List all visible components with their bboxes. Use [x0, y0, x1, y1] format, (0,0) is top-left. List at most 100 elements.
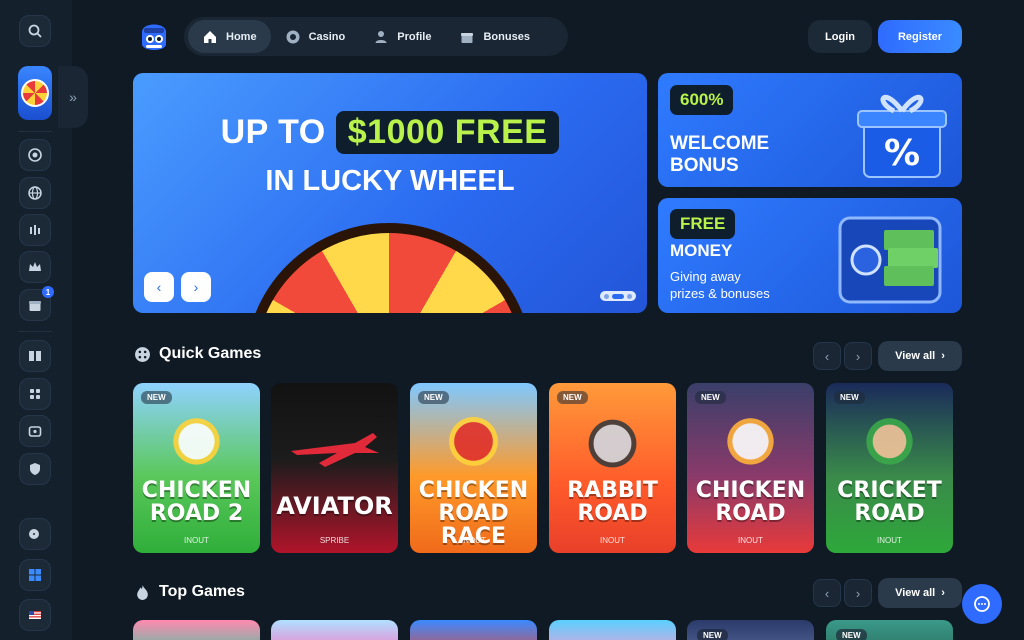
- view-all-label: View all: [895, 587, 936, 599]
- nav-home-label: Home: [226, 30, 257, 43]
- game-title-line1: RABBIT: [567, 478, 658, 503]
- quick-games-prev-button[interactable]: ‹: [813, 342, 841, 370]
- game-card-chicken-road-race[interactable]: NEW CHICKEN ROAD RACE INOUT: [410, 383, 537, 553]
- game-card-aviator[interactable]: AVIATOR SPRIBE: [271, 383, 398, 553]
- top-game-card[interactable]: NEW: [687, 620, 814, 640]
- top-game-card[interactable]: [133, 620, 260, 640]
- top-game-card[interactable]: NEW: [826, 620, 953, 640]
- sidebar-item-vip[interactable]: [19, 251, 51, 283]
- globe-icon: [28, 186, 42, 200]
- sidebar-item-sports[interactable]: [19, 177, 51, 209]
- nav-profile[interactable]: Profile: [359, 20, 445, 53]
- game-title: CRICKET ROAD: [830, 479, 949, 525]
- hero-subheadline: IN LUCKY WHEEL: [265, 165, 515, 197]
- top-game-card[interactable]: [549, 620, 676, 640]
- nav-bonuses[interactable]: Bonuses: [445, 20, 543, 53]
- live-chat-button[interactable]: [962, 584, 1002, 624]
- chevron-right-icon: ›: [193, 279, 199, 295]
- quick-games-title: Quick Games: [159, 345, 262, 362]
- crown-icon: [29, 262, 41, 271]
- main-nav: Home Casino Profile Bonuses: [184, 17, 568, 56]
- new-badge: NEW: [697, 629, 728, 640]
- gift-count-badge: 1: [42, 286, 54, 298]
- login-button[interactable]: Login: [808, 20, 872, 53]
- welcome-bonus-banner[interactable]: 600% WELCOME BONUS %: [658, 73, 962, 187]
- game-card-rabbit-road[interactable]: NEW RABBIT ROAD INOUT: [549, 383, 676, 553]
- lucky-wheel-promo[interactable]: [18, 66, 52, 120]
- sidebar-item-gifts[interactable]: 1: [19, 286, 54, 321]
- game-card-chicken-road-2[interactable]: NEW CHICKEN ROAD 2 INOUT: [133, 383, 260, 553]
- chat-bubbles-icon: [29, 529, 39, 539]
- game-title-line1: CRICKET: [837, 478, 942, 503]
- hero-next-button[interactable]: ›: [181, 272, 211, 302]
- sidebar-item-rules[interactable]: [19, 340, 51, 372]
- svg-text:%: %: [884, 133, 920, 174]
- lucky-wheel-graphic: [245, 223, 533, 313]
- home-icon: [204, 30, 216, 43]
- top-games-view-all[interactable]: View all ›: [878, 578, 962, 608]
- hero-prev-button[interactable]: ‹: [144, 272, 174, 302]
- chicken-art: [701, 409, 800, 481]
- sidebar-item-windows-app[interactable]: [19, 559, 51, 591]
- chevrons-right-icon: »: [69, 89, 77, 105]
- welcome-bonus-title-line1: WELCOME: [670, 133, 770, 154]
- new-badge: NEW: [836, 629, 867, 640]
- nav-bonuses-label: Bonuses: [483, 30, 530, 43]
- welcome-bonus-title-line2: BONUS: [670, 155, 739, 176]
- chevron-right-icon: ›: [941, 350, 945, 362]
- search-button[interactable]: [19, 15, 51, 47]
- sidebar-item-casino[interactable]: [19, 139, 51, 171]
- sidebar-item-games[interactable]: [19, 378, 51, 410]
- shield-icon: [30, 463, 40, 475]
- rabbit-art: [563, 409, 662, 481]
- top-games-next-button[interactable]: ›: [844, 579, 872, 607]
- new-badge: NEW: [557, 391, 588, 404]
- chip-icon: [28, 148, 42, 162]
- language-selector[interactable]: [19, 599, 51, 631]
- top-game-card[interactable]: [410, 620, 537, 640]
- sidebar-item-trading[interactable]: [19, 214, 51, 246]
- hero-banner[interactable]: UP TO $1000 FREE IN LUCKY WHEEL ‹ ›: [133, 73, 647, 313]
- new-badge: NEW: [141, 391, 172, 404]
- game-card-cricket-road[interactable]: NEW CRICKET ROAD INOUT: [826, 383, 953, 553]
- free-money-title: MONEY: [670, 241, 733, 260]
- free-money-tag: FREE: [670, 209, 736, 239]
- game-provider: INOUT: [877, 536, 902, 545]
- game-card-chicken-road[interactable]: NEW CHICKEN ROAD INOUT: [687, 383, 814, 553]
- chevron-right-icon: ›: [855, 585, 861, 601]
- game-provider: INOUT: [600, 536, 625, 545]
- chevron-left-icon: ‹: [824, 585, 830, 601]
- top-game-card[interactable]: [271, 620, 398, 640]
- top-games-prev-button[interactable]: ‹: [813, 579, 841, 607]
- chevron-left-icon: ‹: [156, 279, 162, 295]
- game-provider: INOUT: [738, 536, 763, 545]
- site-logo[interactable]: [136, 18, 172, 56]
- register-button[interactable]: Register: [878, 20, 962, 53]
- welcome-bonus-title: WELCOME BONUS: [670, 133, 769, 177]
- view-all-label: View all: [895, 350, 936, 362]
- free-money-banner[interactable]: FREE MONEY Giving away prizes & bonuses: [658, 198, 962, 313]
- new-badge: NEW: [418, 391, 449, 404]
- quick-games-view-all[interactable]: View all ›: [878, 341, 962, 371]
- chicken-art: [147, 409, 246, 481]
- nav-casino[interactable]: Casino: [271, 20, 360, 53]
- candles-icon: [30, 225, 40, 235]
- sidebar-item-security[interactable]: [19, 453, 51, 485]
- nav-profile-label: Profile: [397, 30, 432, 43]
- carousel-dots[interactable]: [600, 291, 636, 301]
- expand-sidebar-button[interactable]: »: [58, 66, 88, 128]
- sidebar-item-cashier[interactable]: [19, 415, 51, 447]
- wallet-icon: [28, 426, 42, 437]
- dice-icon: [135, 346, 150, 362]
- carousel-dot-active[interactable]: [612, 293, 624, 299]
- carousel-dot[interactable]: [604, 293, 609, 299]
- nav-home[interactable]: Home: [188, 20, 271, 53]
- quick-games-next-button[interactable]: ›: [844, 342, 872, 370]
- chat-icon: [974, 596, 990, 612]
- divider: [18, 131, 52, 132]
- sidebar-item-support[interactable]: [19, 518, 51, 550]
- game-title-line1: CHICKEN: [418, 478, 529, 503]
- money-safe-icon: [838, 216, 942, 304]
- chevron-right-icon: ›: [941, 587, 945, 599]
- carousel-dot[interactable]: [627, 293, 632, 299]
